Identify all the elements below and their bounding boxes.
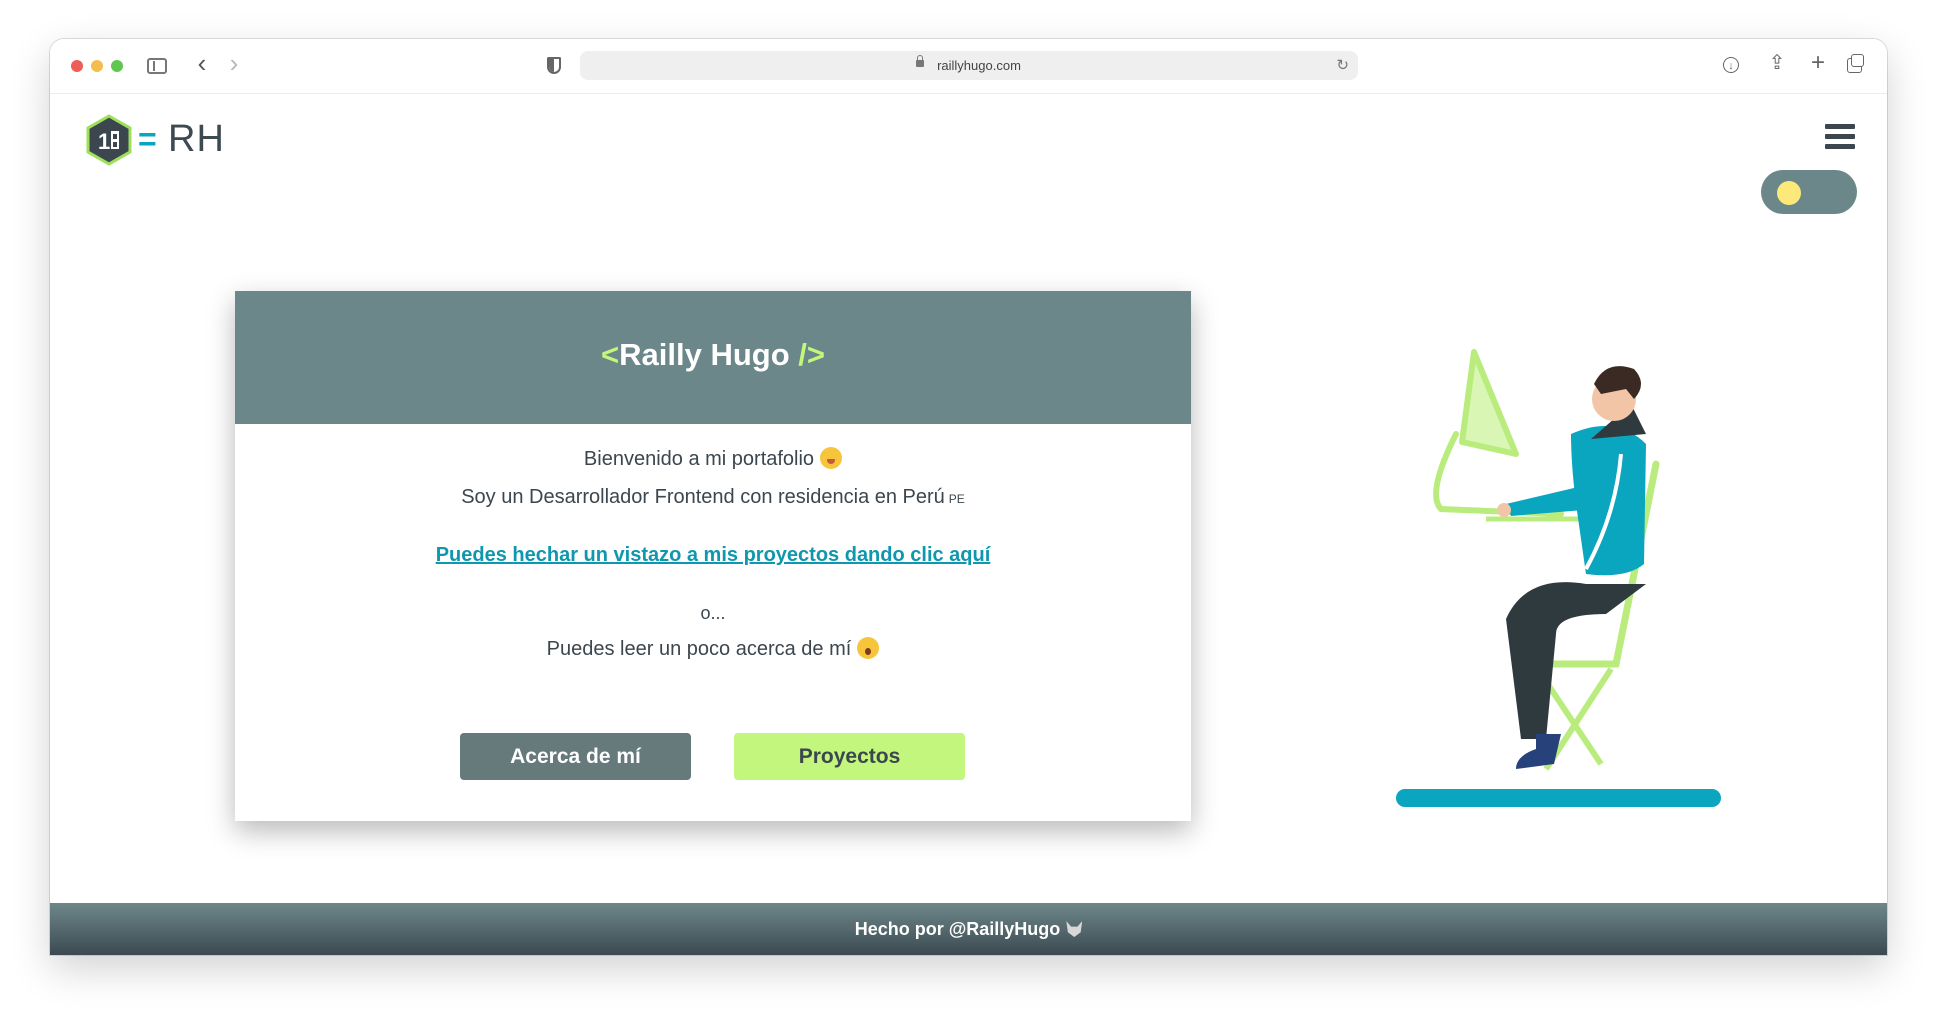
forward-icon[interactable]: › (222, 50, 246, 76)
svg-text:1: 1 (98, 129, 110, 154)
address-bar[interactable]: raillyhugo.com ↻ (580, 51, 1358, 80)
projects-button[interactable]: Proyectos (734, 733, 965, 780)
welcome-text: Bienvenido a mi portafolio (235, 446, 1191, 472)
browser-window: ‹ › raillyhugo.com ↻ ↓ ⇪ + 1 = RH <Raill… (50, 39, 1887, 955)
hamburger-menu-icon[interactable] (1825, 122, 1855, 152)
page-viewport: 1 = RH <Railly Hugo /> Bienvenido a mi p… (50, 94, 1887, 955)
new-tab-icon[interactable]: + (1806, 51, 1830, 75)
close-window-icon[interactable] (71, 60, 83, 72)
logo-text[interactable]: RH (168, 119, 225, 159)
projects-link[interactable]: Puedes hechar un vistazo a mis proyectos… (436, 544, 991, 566)
page-footer: Hecho por @RaillyHugo (50, 903, 1887, 955)
theme-toggle[interactable] (1761, 170, 1857, 214)
wolf-icon (1066, 921, 1083, 937)
sun-icon (1777, 181, 1801, 205)
about-text: Puedes leer un poco acerca de mí (235, 636, 1191, 662)
intro-card: <Railly Hugo /> Bienvenido a mi portafol… (235, 291, 1191, 821)
privacy-shield-icon[interactable] (547, 57, 561, 74)
footer-text: Hecho por @RaillyHugo (854, 919, 1061, 939)
minimize-window-icon[interactable] (91, 60, 103, 72)
logo-equals: = (138, 121, 157, 157)
back-icon[interactable]: ‹ (190, 50, 214, 76)
developer-illustration (1396, 349, 1721, 807)
intro-text: Soy un Desarrollador Frontend con reside… (461, 486, 965, 508)
projects-link-row: Puedes hechar un vistazo a mis proyectos… (235, 542, 1191, 568)
page-title: <Railly Hugo /> (601, 337, 825, 372)
reload-icon[interactable]: ↻ (1336, 56, 1349, 74)
logo-hex-icon[interactable]: 1 (86, 114, 132, 166)
tongue-emoji-icon (820, 447, 843, 469)
download-icon[interactable]: ↓ (1723, 57, 1739, 73)
url-text: raillyhugo.com (937, 58, 1021, 73)
maximize-window-icon[interactable] (111, 60, 123, 72)
surprised-emoji-icon (857, 637, 880, 659)
or-text: o... (700, 603, 726, 623)
browser-toolbar: ‹ › raillyhugo.com ↻ ↓ ⇪ + (50, 39, 1887, 94)
sidebar-toggle-icon[interactable] (147, 58, 167, 74)
tab-overview-icon[interactable] (1847, 54, 1864, 73)
about-button[interactable]: Acerca de mí (460, 733, 691, 780)
share-icon[interactable]: ⇪ (1765, 51, 1789, 75)
card-header: <Railly Hugo /> (235, 291, 1191, 424)
peru-flag-icon: PE (948, 492, 965, 506)
